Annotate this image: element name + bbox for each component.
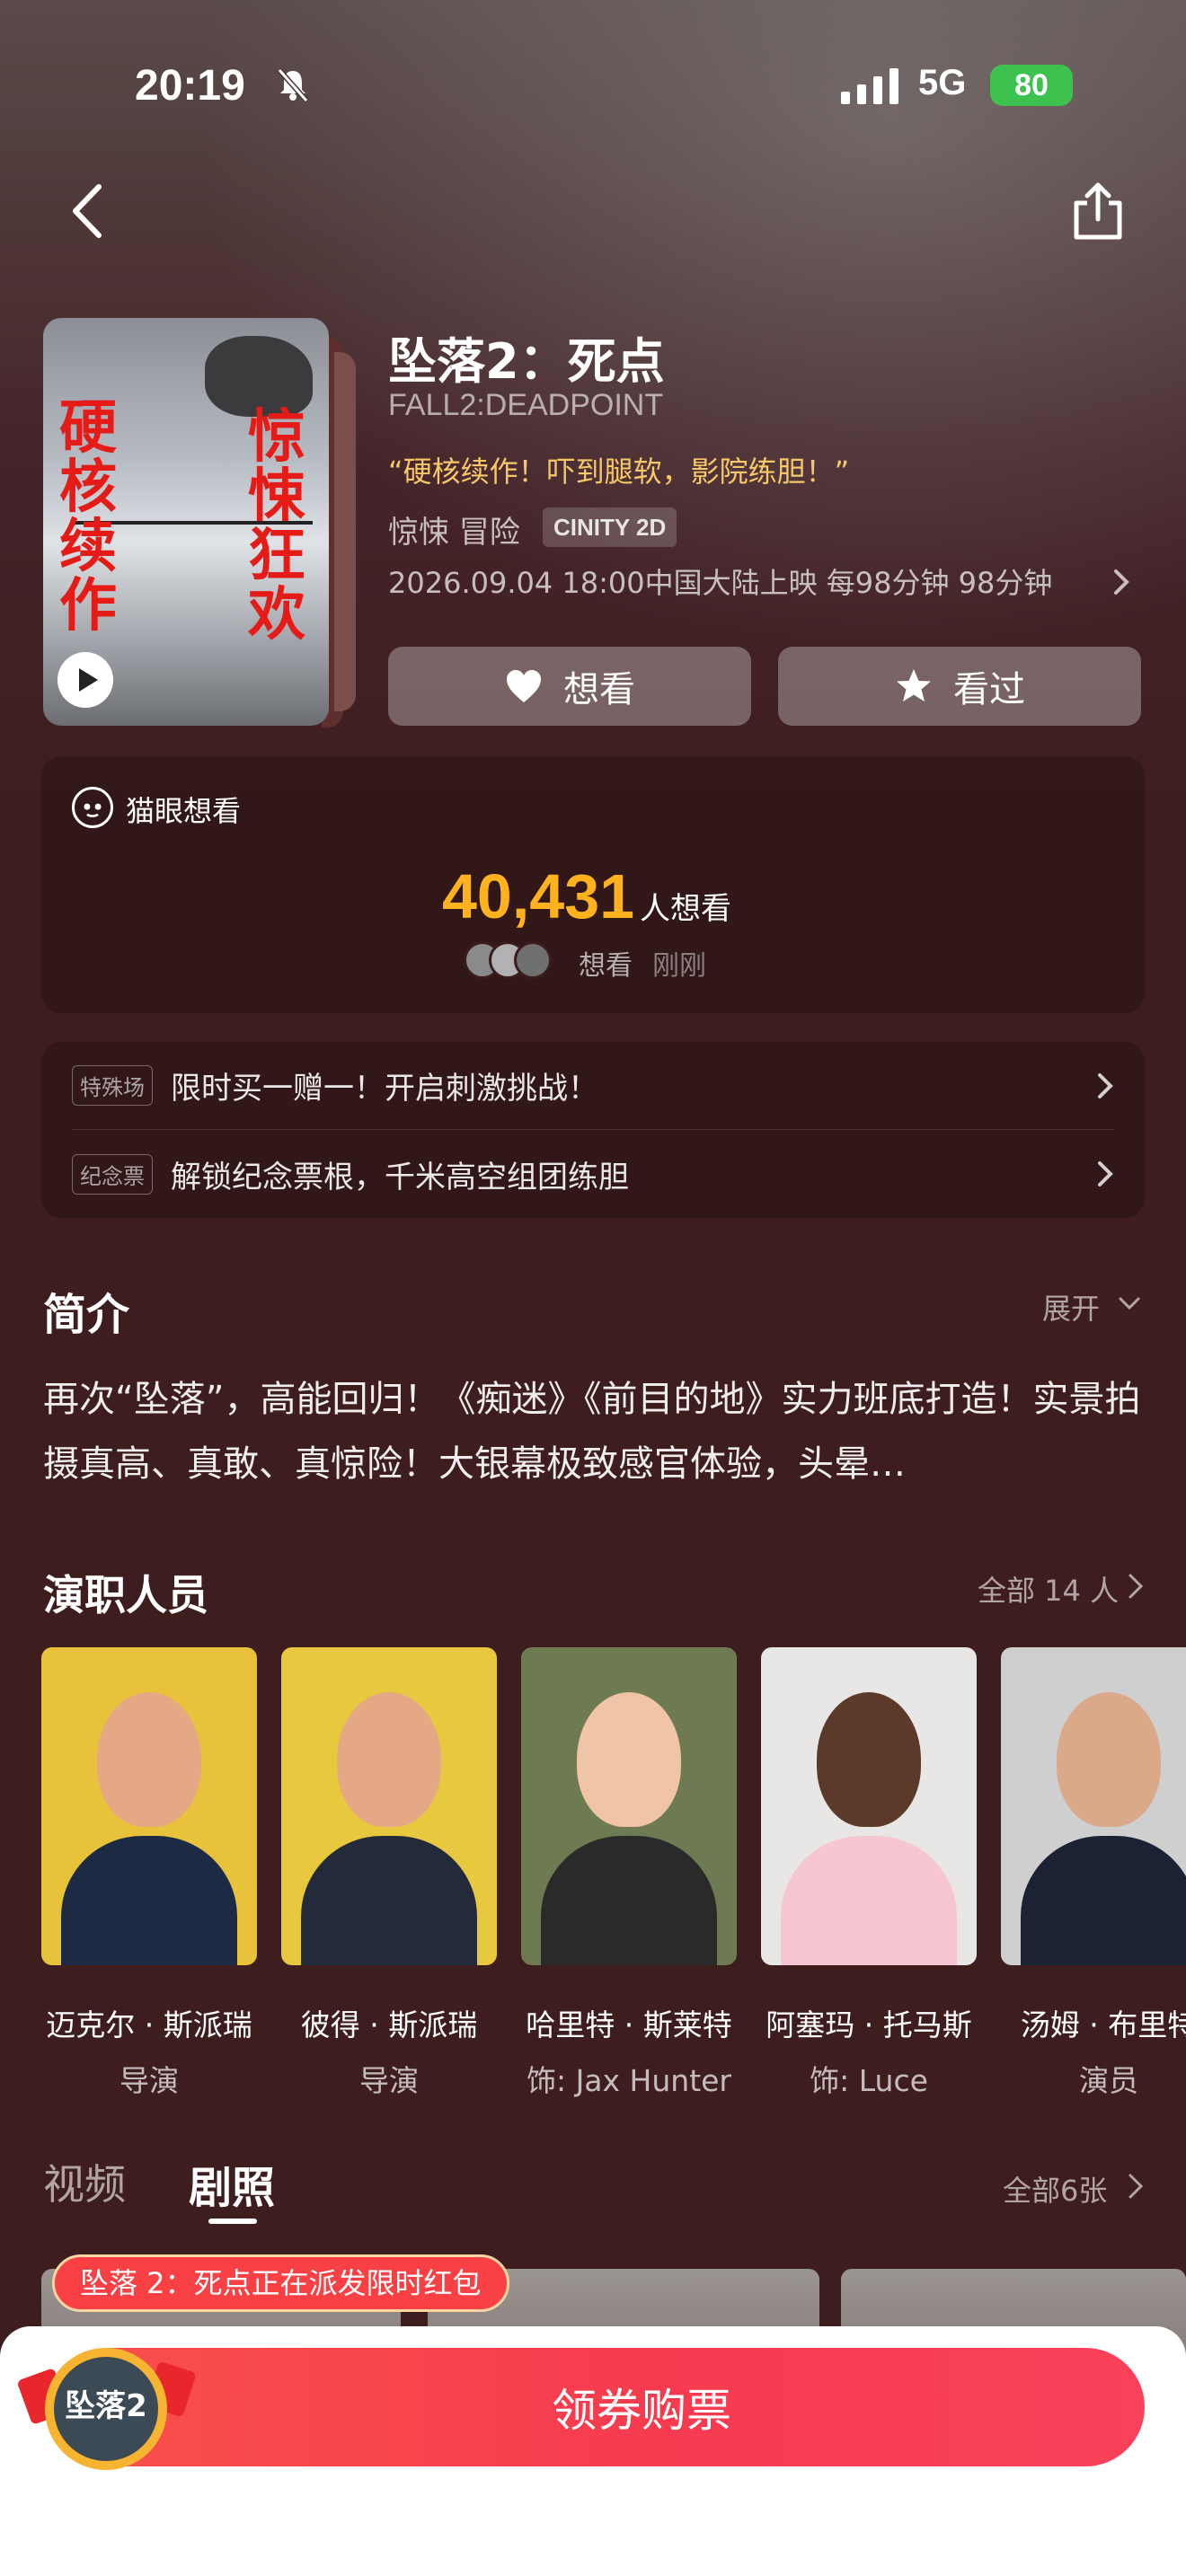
mute-bell-icon (277, 68, 309, 102)
movie-genres: 惊悚 冒险 (388, 515, 520, 551)
promo-tag: 特殊场 (72, 1065, 153, 1106)
active-tab-indicator (208, 2219, 257, 2224)
recent-avatars (464, 941, 571, 981)
chevron-right-icon[interactable] (1127, 1570, 1145, 1602)
cast-photo (1001, 1647, 1186, 1965)
recent-want-time: 刚刚 (652, 950, 706, 982)
cast-title: 演职人员 (43, 1571, 208, 1619)
poster-stack-middle (334, 352, 356, 711)
want-stats-card: 猫眼想看 40,431 人想看 想看 刚刚 (41, 756, 1145, 1013)
buy-ticket-button[interactable]: 领券购票 (49, 2348, 1145, 2466)
play-trailer-icon[interactable] (58, 652, 113, 708)
cast-member[interactable]: 阿塞玛 · 托马斯 饰: Luce (761, 1647, 977, 2100)
promo-row-souvenir[interactable]: 纪念票 解锁纪念票根，千米高空组团练胆 (72, 1130, 1114, 1218)
photo-body (301, 1836, 477, 1965)
cast-name: 迈克尔 · 斯派瑞 (46, 2007, 252, 2042)
chevron-right-icon[interactable] (1127, 2170, 1145, 2202)
photo-body (1021, 1836, 1186, 1965)
tab-video[interactable]: 视频 (43, 2152, 126, 2211)
movie-title: 坠落2：死点 (388, 333, 665, 390)
tab-stills[interactable]: 剧照 (189, 2152, 275, 2215)
cast-role: 导演 (359, 2063, 419, 2098)
cast-name: 彼得 · 斯派瑞 (300, 2007, 478, 2042)
promo-text: 限时买一赠一！开启刺激挑战！ (171, 1071, 598, 1107)
photo-face (97, 1692, 201, 1827)
cast-member[interactable]: 汤姆 · 布里特 演员 (1001, 1647, 1186, 2100)
star-icon (897, 669, 931, 701)
back-arrow-icon[interactable] (61, 180, 115, 243)
promo-text: 解锁纪念票根，千米高空组团练胆 (171, 1159, 629, 1195)
buy-ticket-label: 领券购票 (552, 2385, 731, 2437)
cast-role: 演员 (1079, 2063, 1138, 2098)
promo-row-special[interactable]: 特殊场 限时买一赠一！开启刺激挑战！ (72, 1042, 1114, 1130)
want-count: 40,431 (442, 861, 635, 931)
chevron-right-icon (1098, 1161, 1113, 1187)
format-badge: CINITY 2D (543, 507, 677, 547)
cast-photo (761, 1647, 977, 1965)
photo-face (337, 1692, 441, 1827)
cast-all-link[interactable]: 全部 14 人 (978, 1568, 1119, 1610)
recent-want-label: 想看 (579, 950, 633, 982)
cast-name: 汤姆 · 布里特 (1020, 2007, 1186, 2042)
want-count-unit: 人想看 (640, 891, 731, 927)
cast-member[interactable]: 哈里特 · 斯莱特 饰: Jax Hunter (521, 1647, 737, 2100)
photo-face (577, 1692, 681, 1827)
photo-face (1057, 1692, 1161, 1827)
chevron-right-icon (1098, 1072, 1113, 1098)
intro-text: 再次“坠落”，高能回归！《痴迷》《前目的地》实力班底打造！实景拍摄真高、真敢、真… (43, 1379, 1141, 1485)
cellular-signal-icon (841, 68, 898, 104)
maoyan-want-label: 猫眼想看 (126, 794, 242, 828)
redpack-tip[interactable]: 坠落 2：死点正在派发限时红包 (52, 2254, 509, 2312)
cast-role: 饰: Jax Hunter (526, 2063, 732, 2098)
cast-photo (41, 1647, 257, 1965)
cast-photo (521, 1647, 737, 1965)
cast-role: 饰: Luce (810, 2063, 928, 2098)
svg-text:坠落2: 坠落2 (65, 2388, 147, 2424)
maoyan-cat-icon (72, 787, 113, 828)
photo-body (781, 1836, 957, 1965)
status-bar: 20:19 5G 80 (0, 56, 1186, 119)
avatar (514, 941, 552, 979)
chevron-right-icon[interactable] (1111, 564, 1132, 600)
watched-label: 看过 (953, 669, 1025, 710)
cast-member[interactable]: 彼得 · 斯派瑞 导演 (281, 1647, 497, 2100)
watched-button[interactable]: 看过 (778, 647, 1141, 726)
share-icon[interactable] (1069, 180, 1127, 243)
poster-text-right: 惊悚狂欢 (248, 404, 305, 648)
cast-list: 迈克尔 · 斯派瑞 导演 彼得 · 斯派瑞 导演 哈里特 · 斯莱特 饰: Ja… (41, 1647, 1186, 2098)
poster-text-left: 硬核续作 (59, 395, 117, 640)
battery-indicator: 80 (990, 65, 1073, 106)
heart-icon (507, 670, 541, 702)
stills-all-link[interactable]: 全部6张 (1003, 2168, 1107, 2210)
expand-button[interactable]: 展开 (1042, 1286, 1100, 1328)
want-to-watch-button[interactable]: 想看 (388, 647, 751, 726)
cast-member[interactable]: 迈克尔 · 斯派瑞 导演 (41, 1647, 257, 2100)
photo-body (541, 1836, 717, 1965)
intro-title: 简介 (43, 1290, 130, 1340)
photo-body (61, 1836, 237, 1965)
promo-card: 特殊场 限时买一赠一！开启刺激挑战！ 纪念票 解锁纪念票根，千米高空组团练胆 (41, 1042, 1145, 1218)
cast-name: 哈里特 · 斯莱特 (526, 2007, 732, 2042)
red-packet-coupon-icon[interactable]: 坠落2 (16, 2326, 205, 2479)
movie-title-en: FALL2:DEADPOINT (388, 388, 664, 422)
status-time: 20:19 (135, 62, 245, 110)
cast-role: 导演 (119, 2063, 179, 2098)
want-to-watch-label: 想看 (563, 669, 635, 710)
photo-face (817, 1692, 921, 1827)
chevron-down-icon[interactable] (1116, 1290, 1143, 1317)
cast-name: 阿塞玛 · 托马斯 (766, 2007, 972, 2042)
network-type: 5G (918, 63, 967, 102)
release-info[interactable]: 2026.09.04 18:00中国大陆上映 每98分钟 98分钟 (388, 560, 1052, 602)
promo-tag: 纪念票 (72, 1153, 153, 1195)
cast-photo (281, 1647, 497, 1965)
movie-tagline: “硬核续作！吓到腿软，影院练胆！” (388, 454, 850, 489)
movie-poster[interactable]: 硬核续作 惊悚狂欢 (43, 318, 329, 726)
